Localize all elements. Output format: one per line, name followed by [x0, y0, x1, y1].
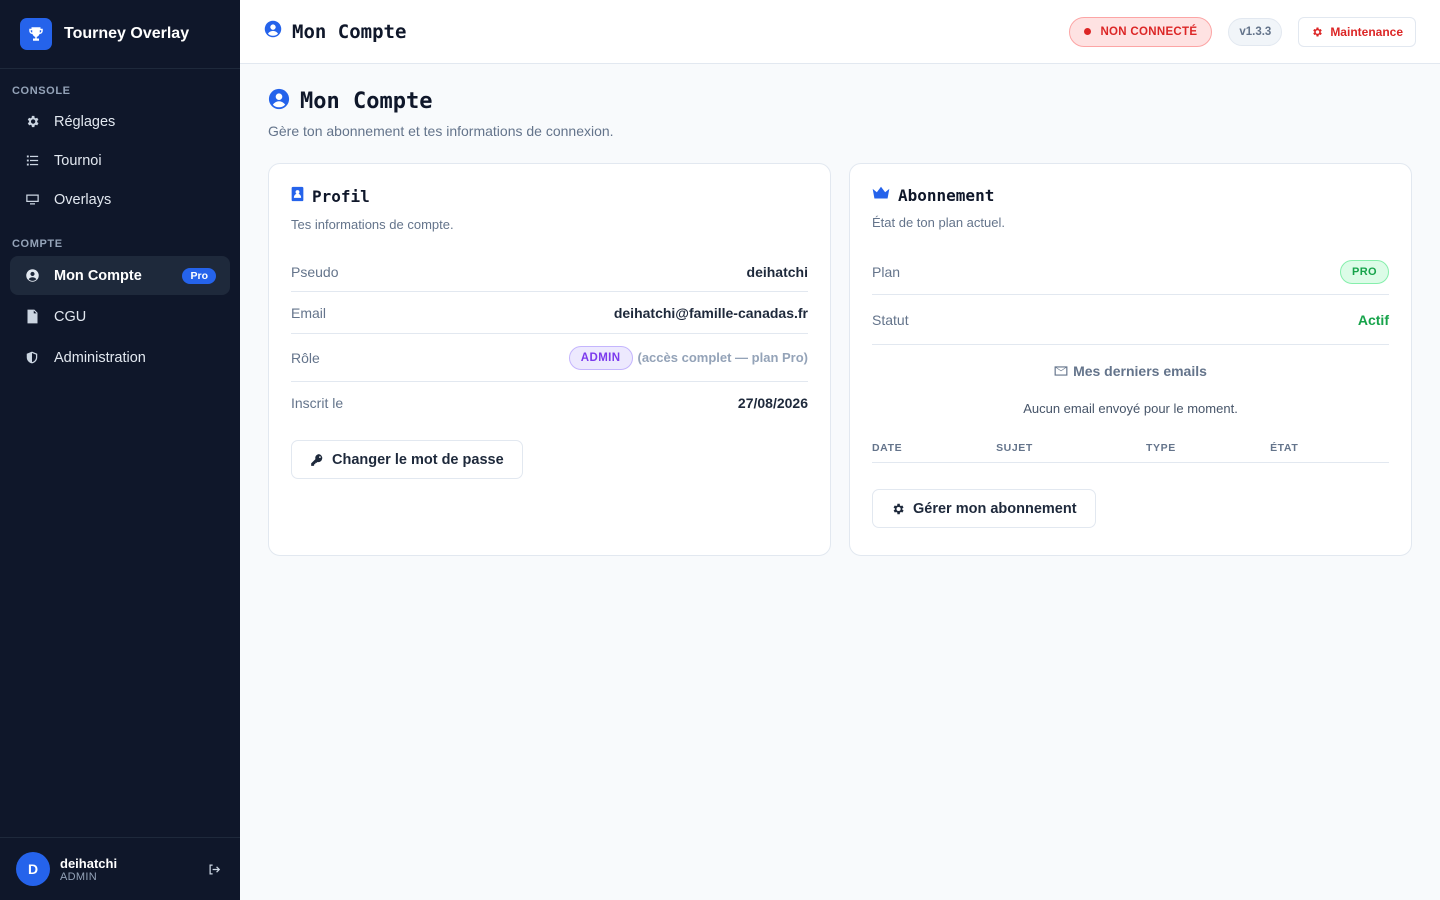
subscription-subtitle: État de ton plan actuel. [872, 215, 1005, 230]
email-value: deihatchi@famille-canadas.fr [613, 304, 808, 321]
profile-title: Profil [312, 187, 370, 206]
page-content: Mon Compte Gère ton abonnement et tes in… [240, 64, 1440, 580]
admin-badge: ADMIN [568, 345, 633, 370]
profile-row-pseudo: Pseudo deihatchi [291, 252, 808, 292]
user-circle-icon [268, 88, 290, 115]
sidebar-item-label: Réglages [54, 113, 116, 130]
change-password-label: Changer le mot de passe [332, 451, 504, 468]
sidebar-item-cgu[interactable]: CGU [10, 297, 230, 336]
manage-subscription-label: Gérer mon abonnement [913, 500, 1077, 517]
sidebar-item-administration[interactable]: Administration [10, 338, 230, 377]
joined-label: Inscrit le [291, 395, 344, 411]
sidebar-item-label: Mon Compte [54, 267, 142, 284]
emails-header: Mes derniers emails [872, 363, 1389, 379]
id-badge-icon [291, 186, 304, 207]
manage-subscription-button[interactable]: Gérer mon abonnement [872, 489, 1096, 528]
status-dot-icon [1084, 28, 1092, 35]
role-label: Rôle [291, 349, 320, 366]
column-header-type: TYPE [1146, 442, 1271, 463]
subscription-title: Abonnement [898, 186, 995, 205]
user-info: deihatchi ADMIN [60, 856, 117, 883]
crown-icon [872, 186, 890, 205]
gear-icon [1313, 27, 1323, 36]
subscription-card-header: Abonnement [872, 186, 1389, 205]
pro-badge: Pro [182, 267, 216, 284]
user-circle-icon [24, 268, 40, 284]
maintenance-label: Maintenance [1330, 24, 1403, 39]
main-area: Mon Compte NON CONNECTÉ v1.3.3 Maintenan… [240, 0, 1440, 900]
role-note: (accès complet — plan Pro) [637, 350, 809, 365]
status-label: Statut [872, 311, 909, 328]
sidebar-item-label: Tournoi [54, 152, 102, 169]
section-label-console: CONSOLE [12, 85, 71, 97]
sidebar-item-label: CGU [54, 308, 87, 325]
status-value: Actif [1357, 311, 1389, 328]
topbar-title: Mon Compte [292, 20, 407, 43]
avatar[interactable]: D [16, 852, 50, 886]
subscription-row-plan: Plan PRO [872, 250, 1389, 295]
nav-compte: Mon Compte Pro CGU Administration [0, 250, 240, 377]
joined-value: 27/08/2026 [737, 395, 808, 411]
key-icon [311, 453, 323, 466]
column-header-date: DATE [872, 442, 997, 463]
logout-icon[interactable] [204, 859, 224, 879]
subscription-row-status: Statut Actif [872, 295, 1389, 345]
subscription-card: Abonnement État de ton plan actuel. Plan… [849, 163, 1412, 556]
emails-title: Mes derniers emails [1073, 363, 1207, 379]
brand[interactable]: Tourney Overlay [0, 0, 240, 69]
profile-row-email: Email deihatchi@famille-canadas.fr [291, 292, 808, 334]
sidebar: Tourney Overlay CONSOLE Réglages Tournoi… [0, 0, 240, 900]
sidebar-item-overlays[interactable]: Overlays [10, 181, 230, 218]
gear-icon [24, 114, 40, 130]
maintenance-button[interactable]: Maintenance [1298, 16, 1416, 47]
profile-row-role: Rôle ADMIN (accès complet — plan Pro) [291, 334, 808, 382]
nav-console: Réglages Tournoi Overlays [0, 97, 240, 218]
sidebar-item-mon-compte[interactable]: Mon Compte Pro [10, 256, 230, 295]
profile-subtitle: Tes informations de compte. [291, 217, 454, 232]
connection-status-badge: NON CONNECTÉ [1069, 16, 1213, 47]
plan-label: Plan [872, 264, 901, 280]
emails-table: DATE SUJET TYPE ÉTAT [872, 442, 1389, 463]
user-box: D deihatchi ADMIN [0, 837, 240, 900]
page-header: Mon Compte [268, 88, 1412, 115]
envelope-icon [1054, 366, 1068, 376]
column-header-subject: SUJET [996, 442, 1146, 463]
section-label-compte: COMPTE [12, 238, 63, 250]
emails-empty-message: Aucun email envoyé pour le moment. [1023, 401, 1238, 416]
profile-row-joined: Inscrit le 27/08/2026 [291, 382, 808, 424]
emails-table-header-row: DATE SUJET TYPE ÉTAT [872, 442, 1389, 463]
sidebar-item-reglages[interactable]: Réglages [10, 103, 230, 140]
pseudo-value: deihatchi [746, 263, 808, 280]
trophy-icon [20, 18, 52, 50]
email-label: Email [291, 304, 327, 321]
monitor-icon [24, 192, 40, 208]
page-title: Mon Compte [300, 89, 433, 114]
profile-card: Profil Tes informations de compte. Pseud… [268, 163, 831, 556]
document-icon [24, 309, 40, 325]
plan-badge: PRO [1339, 260, 1389, 284]
user-name: deihatchi [60, 855, 118, 871]
shield-icon [24, 350, 40, 366]
list-icon [24, 153, 40, 169]
topbar: Mon Compte NON CONNECTÉ v1.3.3 Maintenan… [240, 0, 1440, 64]
sidebar-item-label: Overlays [54, 191, 112, 208]
subscription-rows: Plan PRO Statut Actif [872, 250, 1389, 345]
pseudo-label: Pseudo [291, 263, 339, 280]
profile-rows: Pseudo deihatchi Email deihatchi@famille… [291, 252, 808, 424]
role-value: ADMIN (accès complet — plan Pro) [568, 345, 809, 370]
topbar-right: NON CONNECTÉ v1.3.3 Maintenance [1069, 16, 1416, 47]
user-role: ADMIN [60, 870, 97, 883]
profile-card-header: Profil [291, 186, 808, 207]
page-subtitle: Gère ton abonnement et tes informations … [268, 123, 614, 139]
sidebar-item-tournoi[interactable]: Tournoi [10, 142, 230, 179]
user-circle-icon [264, 20, 282, 43]
change-password-button[interactable]: Changer le mot de passe [291, 440, 523, 479]
sidebar-item-label: Administration [54, 349, 146, 366]
column-header-state: ÉTAT [1270, 442, 1389, 463]
connection-status-text: NON CONNECTÉ [1100, 25, 1198, 38]
version-badge: v1.3.3 [1228, 17, 1283, 46]
gear-icon [893, 503, 904, 514]
cards-row: Profil Tes informations de compte. Pseud… [268, 163, 1412, 556]
app-name: Tourney Overlay [64, 25, 190, 42]
